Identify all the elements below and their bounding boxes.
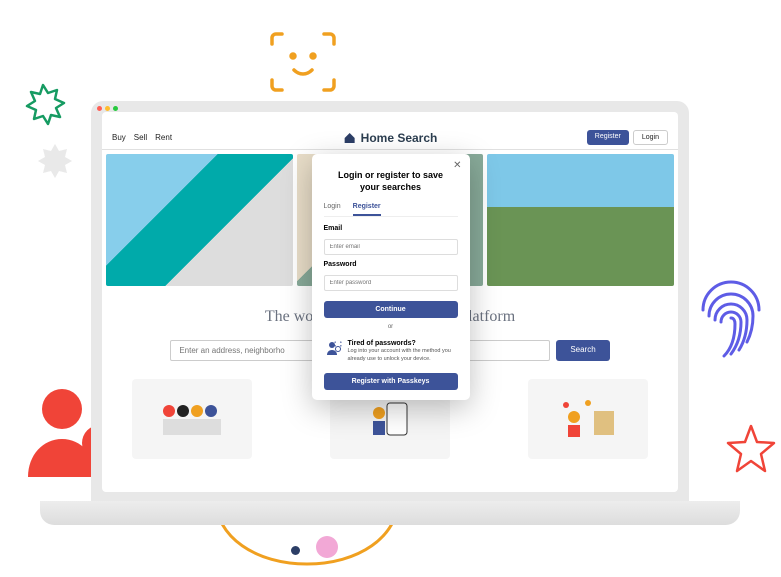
auth-modal: ✕ Login or register to save your searche… — [312, 154, 470, 400]
house-icon — [343, 131, 357, 145]
register-passkey-button[interactable]: Register with Passkeys — [324, 373, 458, 390]
green-starburst-icon — [17, 82, 69, 134]
brand-logo: Home Search — [343, 131, 438, 145]
red-star-icon — [725, 423, 777, 475]
passkey-promo: Tired of passwords? Log into your accoun… — [324, 336, 458, 366]
email-label: Email — [324, 225, 458, 232]
grey-starburst-icon — [35, 142, 75, 182]
feature-card-1[interactable] — [132, 379, 252, 459]
passkey-title: Tired of passwords? — [348, 340, 456, 347]
pink-dot-icon — [316, 536, 338, 558]
window-controls — [97, 106, 118, 111]
register-button[interactable]: Register — [587, 130, 629, 145]
hero-image-1 — [106, 154, 293, 286]
laptop-base — [40, 501, 740, 525]
login-button[interactable]: Login — [633, 130, 668, 145]
nav-rent[interactable]: Rent — [155, 133, 172, 142]
email-field[interactable] — [324, 239, 458, 255]
hero-image-3 — [487, 154, 674, 286]
navy-dot-icon — [291, 546, 300, 555]
feature-card-3[interactable] — [528, 379, 648, 459]
fingerprint-icon — [693, 272, 769, 358]
divider-or: or — [324, 324, 458, 330]
brand-name: Home Search — [361, 131, 438, 145]
close-icon[interactable]: ✕ — [453, 160, 461, 171]
password-field[interactable] — [324, 275, 458, 291]
passkey-icon — [326, 340, 342, 356]
search-button[interactable]: Search — [556, 340, 609, 361]
password-label: Password — [324, 261, 458, 268]
modal-title: Login or register to save your searches — [338, 170, 444, 193]
tab-login[interactable]: Login — [324, 203, 341, 216]
nav-buy[interactable]: Buy — [112, 133, 126, 142]
continue-button[interactable]: Continue — [324, 301, 458, 318]
nav-sell[interactable]: Sell — [134, 133, 147, 142]
face-scan-icon — [268, 28, 338, 96]
passkey-desc: Log into your account with the method yo… — [348, 348, 456, 362]
tab-register[interactable]: Register — [353, 203, 381, 216]
top-nav: Buy Sell Rent Home Search Register Login — [102, 126, 678, 150]
